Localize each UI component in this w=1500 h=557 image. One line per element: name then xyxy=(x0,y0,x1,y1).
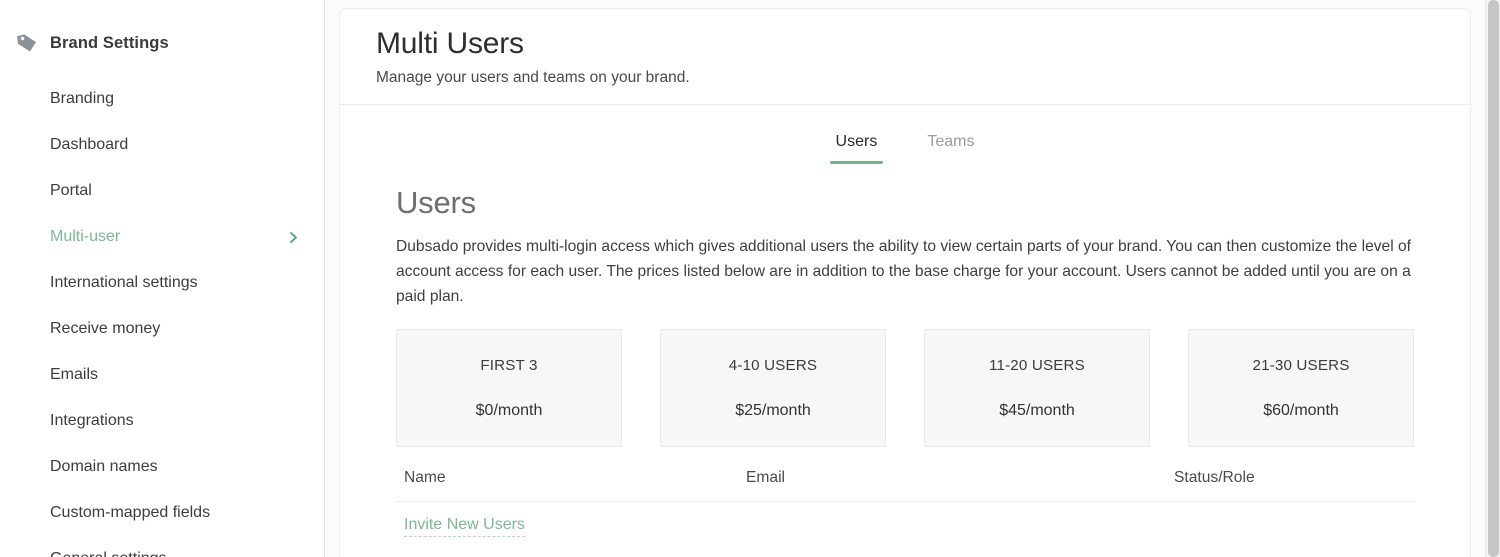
app-root: Brand Settings Branding Dashboard Portal… xyxy=(0,0,1500,557)
users-section: Users Dubsado provides multi-login acces… xyxy=(340,184,1470,538)
tab-users[interactable]: Users xyxy=(829,132,884,164)
pricing-card-price: $0/month xyxy=(475,401,543,419)
users-table: Name Email Status/Role Invite New Users xyxy=(396,469,1414,538)
tab-label: Users xyxy=(835,132,878,150)
column-header-status-role: Status/Role xyxy=(1174,469,1255,487)
sidebar-item-portal[interactable]: Portal xyxy=(0,168,324,214)
sidebar-item-receive-money[interactable]: Receive money xyxy=(0,306,324,352)
page-subtitle: Manage your users and teams on your bran… xyxy=(376,68,690,86)
sidebar-item-label: General settings xyxy=(50,550,300,557)
sidebar-item-custom-mapped-fields[interactable]: Custom-mapped fields xyxy=(0,490,324,536)
sidebar: Brand Settings Branding Dashboard Portal… xyxy=(0,0,325,557)
sidebar-item-branding[interactable]: Branding xyxy=(0,76,324,122)
pricing-card-tier: 21-30 USERS xyxy=(1252,356,1350,374)
sidebar-item-label: Domain names xyxy=(50,458,158,475)
page-title: Multi Users xyxy=(376,27,524,60)
sidebar-item-label: Portal xyxy=(50,182,92,199)
sidebar-item-domain-names[interactable]: Domain names xyxy=(0,444,324,490)
tab-teams[interactable]: Teams xyxy=(921,133,980,164)
sidebar-item-dashboard[interactable]: Dashboard xyxy=(0,122,324,168)
sidebar-item-label: Branding xyxy=(50,90,115,107)
tab-bar: Users Teams xyxy=(340,105,1470,164)
column-header-email: Email xyxy=(746,469,785,487)
sidebar-item-integrations[interactable]: Integrations xyxy=(0,398,324,444)
sidebar-item-label: Dashboard xyxy=(50,136,129,153)
invite-new-users-link[interactable]: Invite New Users xyxy=(404,516,525,538)
sidebar-item-general-settings[interactable]: General settings xyxy=(0,536,324,557)
panel-header: Multi Users Manage your users and teams … xyxy=(340,9,1470,105)
pricing-card-price: $25/month xyxy=(735,401,811,419)
pricing-card: 21-30 USERS $60/month xyxy=(1188,329,1414,448)
pricing-card-list: FIRST 3 $0/month 4-10 USERS $25/month 11… xyxy=(396,329,1470,448)
sidebar-item-label: Receive money xyxy=(50,320,161,337)
sidebar-item-label: Multi-user xyxy=(50,228,121,245)
tab-label: Teams xyxy=(927,132,975,150)
vertical-scrollbar-thumb[interactable] xyxy=(1488,0,1499,557)
sidebar-nav: Branding Dashboard Portal Multi-user Int… xyxy=(0,76,324,557)
section-title: Users xyxy=(396,184,476,220)
sidebar-item-international-settings[interactable]: International settings xyxy=(0,260,324,306)
pricing-card-tier: FIRST 3 xyxy=(480,356,538,374)
pricing-card-price: $60/month xyxy=(1263,401,1339,419)
sidebar-item-label: Integrations xyxy=(50,412,134,429)
section-description: Dubsado provides multi-login access whic… xyxy=(396,237,1412,306)
vertical-scrollbar-track[interactable] xyxy=(1485,0,1500,557)
main-content-area: Multi Users Manage your users and teams … xyxy=(325,0,1500,557)
pricing-card-price: $45/month xyxy=(999,401,1075,419)
tag-icon xyxy=(16,32,38,54)
pricing-card: 4-10 USERS $25/month xyxy=(660,329,886,448)
sidebar-brand-title: Brand Settings xyxy=(50,33,169,52)
content-panel: Multi Users Manage your users and teams … xyxy=(339,8,1471,557)
sidebar-brand-header: Brand Settings xyxy=(0,22,324,64)
pricing-card: FIRST 3 $0/month xyxy=(396,329,622,448)
sidebar-item-multi-user[interactable]: Multi-user xyxy=(0,214,324,260)
sidebar-item-label: Emails xyxy=(50,366,99,383)
users-table-header-row: Name Email Status/Role xyxy=(396,469,1414,503)
column-header-name: Name xyxy=(404,469,446,487)
pricing-card-tier: 11-20 USERS xyxy=(989,356,1085,374)
pricing-card: 11-20 USERS $45/month xyxy=(924,329,1150,448)
sidebar-item-label: International settings xyxy=(50,274,198,291)
sidebar-item-label: Custom-mapped fields xyxy=(50,504,211,521)
users-table-actions: Invite New Users xyxy=(396,502,1414,538)
chevron-right-icon xyxy=(287,231,300,244)
pricing-card-tier: 4-10 USERS xyxy=(728,356,818,374)
sidebar-item-emails[interactable]: Emails xyxy=(0,352,324,398)
